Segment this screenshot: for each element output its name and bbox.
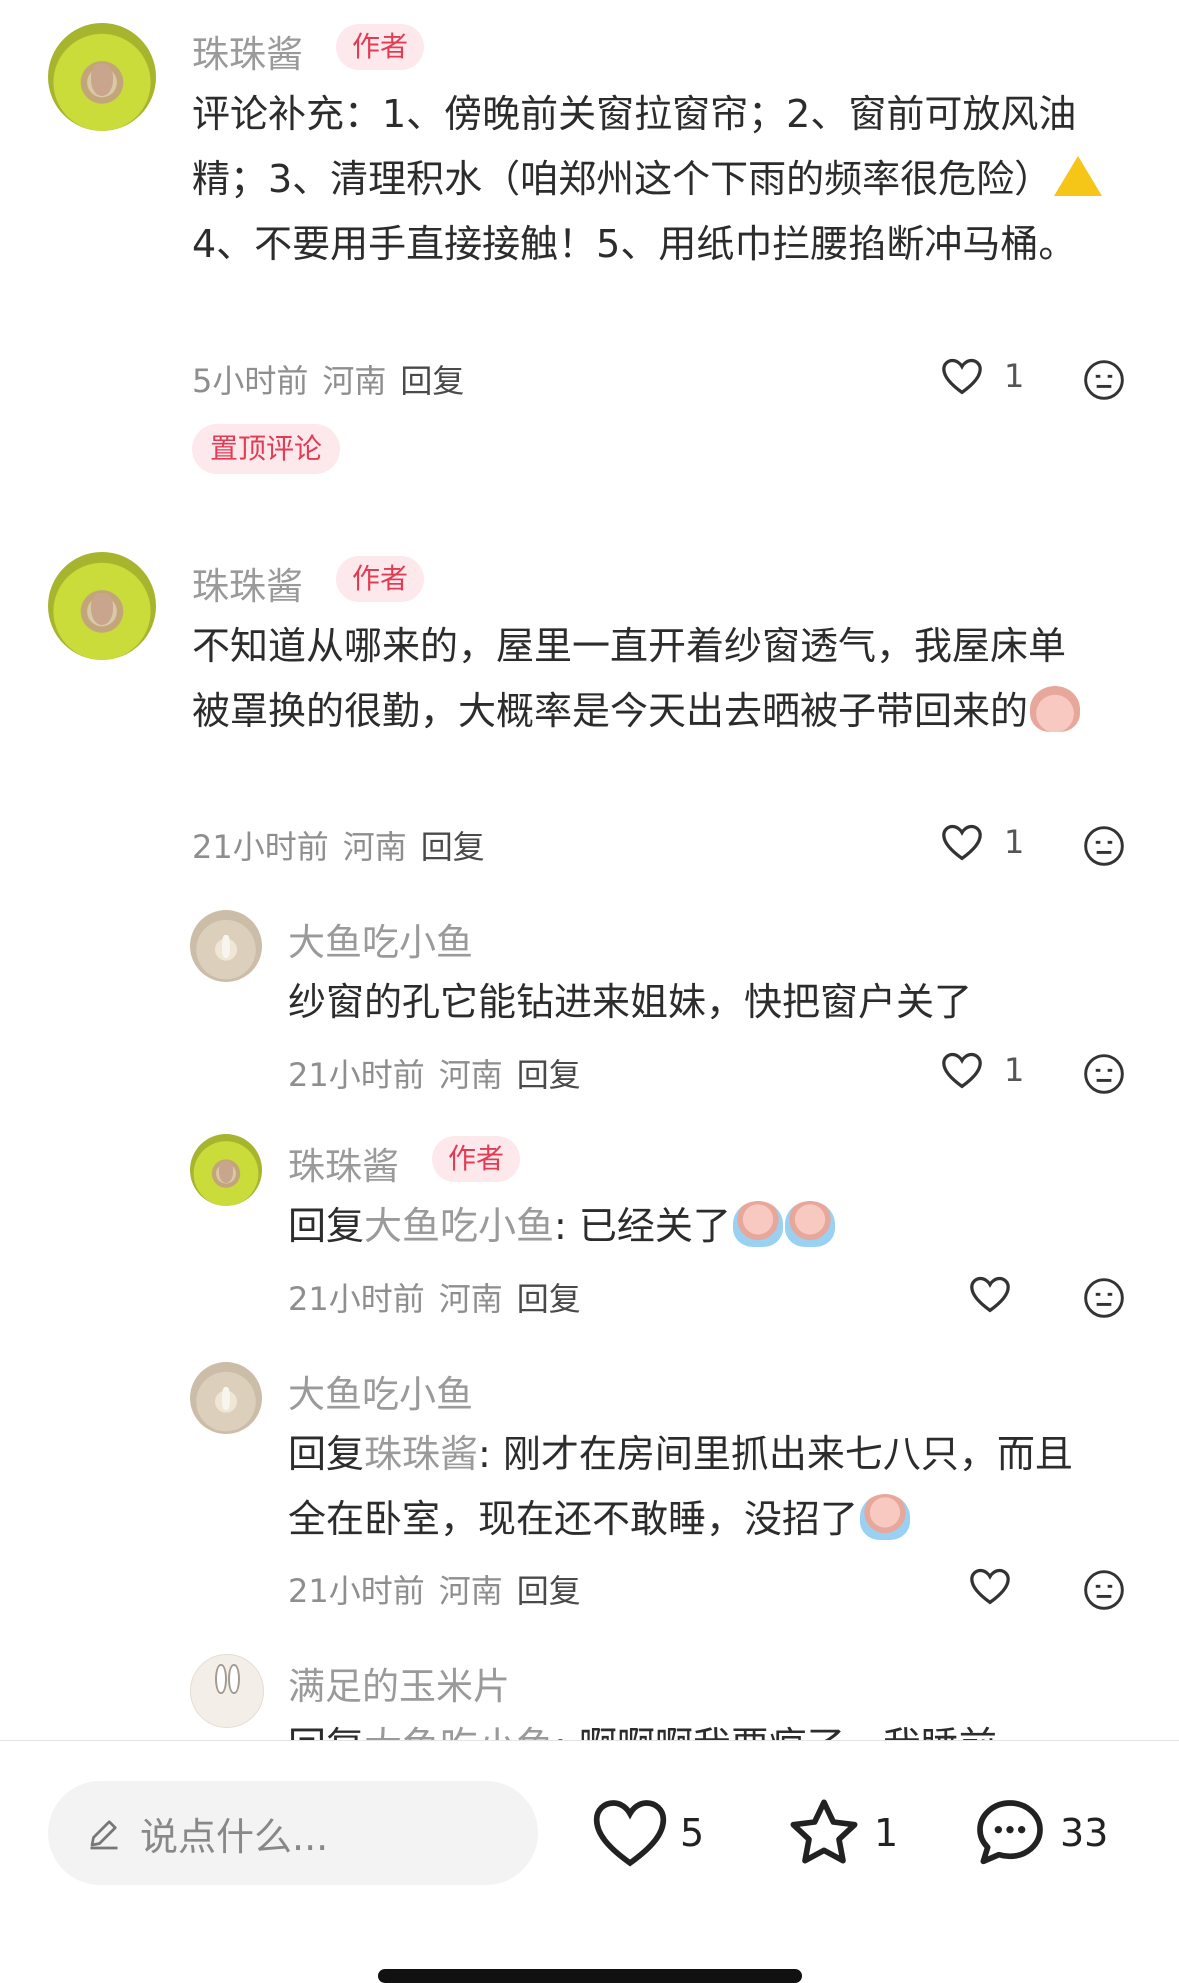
author-name[interactable]: 大鱼吃小鱼 (288, 912, 473, 966)
comment-input-placeholder: 说点什么... (140, 1814, 329, 1859)
like-post-button[interactable]: 5 (590, 1793, 704, 1873)
author-name[interactable]: 满足的玉米片 (288, 1656, 510, 1710)
comment-text[interactable]: 评论补充：1、傍晚前关窗拉窗帘；2、窗前可放风油精；3、清理积水（咱郑州这个下雨… (192, 82, 1132, 277)
like-button[interactable]: 1 (940, 1050, 1024, 1090)
reply-link[interactable]: 回复 (517, 1280, 581, 1318)
heart-icon (970, 1276, 1010, 1313)
comment-text-part: 不知道从哪来的，屋里一直开着纱窗透气，我屋床单被罩换的很勤，大概率是今天出去晒被… (192, 624, 1067, 733)
timestamp: 5小时前 (192, 362, 309, 400)
author-name[interactable]: 珠珠酱 (192, 24, 303, 78)
mention-link[interactable]: 大鱼吃小鱼 (364, 1724, 554, 1740)
avatar[interactable] (190, 1362, 262, 1434)
comment-bubble-icon (977, 1800, 1043, 1865)
reply-link[interactable]: 回复 (517, 1572, 581, 1610)
avatar[interactable] (190, 910, 262, 982)
comment-meta: 5小时前 河南 回复 (192, 356, 478, 402)
dislike-face-icon[interactable] (1082, 824, 1126, 868)
reply-prefix: 回复 (288, 1432, 365, 1476)
avatar[interactable] (190, 1654, 264, 1728)
reply-link[interactable]: 回复 (421, 828, 485, 866)
author-badge: 作者 (336, 24, 425, 70)
comment-input[interactable]: 说点什么... (48, 1781, 538, 1885)
heart-icon (942, 824, 982, 861)
location: 河南 (438, 1280, 503, 1318)
dislike-face-icon[interactable] (1082, 1568, 1126, 1612)
avatar[interactable] (190, 1134, 262, 1206)
heart-icon (942, 1052, 982, 1089)
timestamp: 21小时前 (288, 1572, 425, 1610)
reply-meta: 21小时前 河南 回复 (288, 1050, 595, 1096)
crying-emoji-icon (784, 1201, 835, 1247)
crying-emoji-icon (732, 1201, 783, 1247)
location: 河南 (438, 1056, 503, 1094)
pencil-icon (90, 1820, 118, 1850)
like-button[interactable] (968, 1566, 1012, 1606)
reply-body: : 已经关了 (554, 1204, 731, 1248)
location: 河南 (322, 362, 387, 400)
reply-text[interactable]: 回复珠珠酱: 刚才在房间里抓出来七八只，而且全在卧室，现在还不敢睡，没招了 (288, 1422, 1088, 1552)
heart-icon (942, 358, 982, 395)
reply-body: : 啊啊啊我要疯了，我睡前 (554, 1724, 997, 1740)
author-badge: 作者 (432, 1136, 521, 1182)
like-count: 1 (1004, 1051, 1025, 1089)
dislike-face-icon[interactable] (1082, 1052, 1126, 1096)
timestamp: 21小时前 (288, 1056, 425, 1094)
like-button[interactable]: 1 (940, 356, 1024, 396)
favorite-button[interactable]: 1 (784, 1793, 898, 1873)
comment-count: 33 (1060, 1811, 1109, 1855)
reply-prefix: 回复 (288, 1204, 365, 1248)
bottom-action-bar: 说点什么... 5 1 33 (0, 1740, 1179, 1983)
location: 河南 (438, 1572, 503, 1610)
dislike-face-icon[interactable] (1082, 1276, 1126, 1320)
timestamp: 21小时前 (192, 828, 329, 866)
like-count: 1 (1004, 823, 1025, 861)
crying-emoji-icon (860, 1494, 911, 1540)
comment-text-part: 评论补充：1、傍晚前关窗拉窗帘；2、窗前可放风油精；3、清理积水（咱郑州这个下雨… (192, 92, 1077, 201)
pinned-badge: 置顶评论 (192, 424, 341, 474)
like-count: 1 (1004, 357, 1025, 395)
star-icon (790, 1799, 858, 1864)
avatar[interactable] (48, 23, 156, 131)
location: 河南 (342, 828, 407, 866)
comments-button[interactable]: 33 (970, 1793, 1108, 1873)
like-button[interactable]: 1 (940, 822, 1024, 862)
heart-icon (593, 1800, 667, 1867)
author-badge: 作者 (336, 556, 425, 602)
mention-link[interactable]: 珠珠酱 (364, 1432, 478, 1476)
comment-text[interactable]: 不知道从哪来的，屋里一直开着纱窗透气，我屋床单被罩换的很勤，大概率是今天出去晒被… (192, 614, 1102, 744)
avatar[interactable] (48, 552, 156, 660)
reply-meta: 21小时前 河南 回复 (288, 1566, 595, 1612)
like-count: 5 (680, 1811, 705, 1855)
mention-link[interactable]: 大鱼吃小鱼 (364, 1204, 554, 1248)
author-name[interactable]: 珠珠酱 (192, 556, 303, 610)
reply-link[interactable]: 回复 (517, 1056, 581, 1094)
warning-icon (1054, 156, 1103, 196)
crying-emoji-icon (1030, 686, 1081, 732)
dislike-face-icon[interactable] (1082, 358, 1126, 402)
comment-meta: 21小时前 河南 回复 (192, 822, 499, 868)
reply-text[interactable]: 回复大鱼吃小鱼: 啊啊啊我要疯了，我睡前 (288, 1714, 1118, 1740)
reply-text[interactable]: 回复大鱼吃小鱼: 已经关了 (288, 1194, 1118, 1259)
favorite-count: 1 (874, 1811, 899, 1855)
reply-meta: 21小时前 河南 回复 (288, 1274, 595, 1320)
reply-text[interactable]: 纱窗的孔它能钻进来姐妹，快把窗户关了 (288, 970, 1118, 1035)
reply-link[interactable]: 回复 (400, 362, 464, 400)
heart-icon (970, 1568, 1010, 1605)
timestamp: 21小时前 (288, 1280, 425, 1318)
author-name[interactable]: 大鱼吃小鱼 (288, 1364, 473, 1418)
comment-text-part: 4、不要用手直接接触！5、用纸巾拦腰掐断冲马桶。 (192, 222, 1077, 266)
author-name[interactable]: 珠珠酱 (288, 1136, 399, 1190)
like-button[interactable] (968, 1274, 1012, 1314)
reply-prefix: 回复 (288, 1724, 364, 1740)
